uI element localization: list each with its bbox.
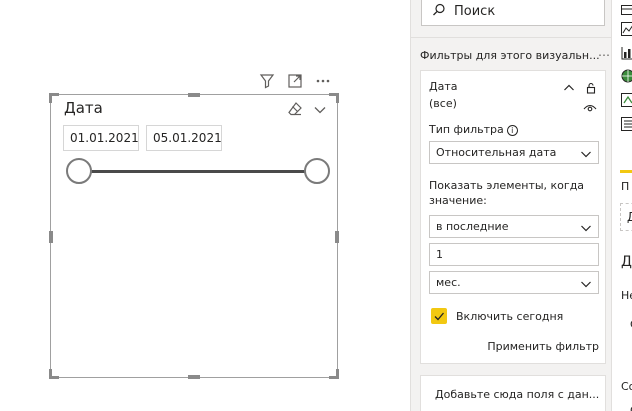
eye-icon[interactable] xyxy=(583,98,597,117)
filter-field-value: (все) xyxy=(429,97,457,110)
add-field-dropzone[interactable]: Добавьте сюда поля с дан... xyxy=(420,375,606,411)
viz-option-label: Не xyxy=(621,289,632,302)
include-today-checkbox[interactable] xyxy=(431,308,447,324)
visual-header xyxy=(258,72,332,90)
pane-divider xyxy=(411,37,611,38)
filter-type-label-text: Тип фильтра xyxy=(429,123,504,136)
resize-handle[interactable] xyxy=(329,369,339,379)
focus-mode-icon[interactable] xyxy=(286,72,304,90)
more-options-icon[interactable] xyxy=(314,72,332,90)
kpi-visual-icon[interactable] xyxy=(621,92,632,107)
eraser-icon[interactable] xyxy=(287,101,303,121)
start-date-input[interactable]: 01.01.2021 xyxy=(63,125,139,151)
include-today-label: Включить сегодня xyxy=(456,309,564,323)
slider-start-handle[interactable] xyxy=(66,158,92,184)
show-items-label: Показать элементы, когда значение: xyxy=(429,179,585,207)
slider-track[interactable] xyxy=(79,170,317,173)
filter-field-name: Дата xyxy=(429,80,458,93)
line-chart-icon[interactable] xyxy=(621,21,632,36)
period-value: в последние xyxy=(436,220,509,233)
unit-value: мес. xyxy=(436,276,461,289)
viz-field-well[interactable]: Д xyxy=(620,203,632,231)
filter-type-value: Относительная дата xyxy=(436,146,557,159)
slider-end-handle[interactable] xyxy=(304,158,330,184)
globe-map-icon[interactable] xyxy=(621,68,632,83)
filter-card-actions xyxy=(563,79,597,98)
lock-icon[interactable] xyxy=(585,79,597,98)
period-dropdown[interactable]: в последние xyxy=(429,215,599,238)
resize-handle[interactable] xyxy=(329,93,339,103)
chevron-down-icon xyxy=(580,148,592,163)
visualizations-pane: П Д Д Не С Со С xyxy=(612,0,632,411)
resize-handle[interactable] xyxy=(335,231,339,243)
resize-handle[interactable] xyxy=(49,93,59,103)
date-slicer-visual[interactable]: Дата 01.01.2021 05.01.2021 xyxy=(49,93,339,379)
viz-pane-label: П xyxy=(621,180,630,193)
report-canvas: Дата 01.01.2021 05.01.2021 xyxy=(0,0,410,411)
count-input[interactable]: 1 xyxy=(429,243,599,266)
active-tab-indicator xyxy=(620,170,632,173)
resize-handle[interactable] xyxy=(49,369,59,379)
search-placeholder: Поиск xyxy=(454,3,496,19)
filter-search-input[interactable]: Поиск xyxy=(421,0,605,26)
chevron-down-icon xyxy=(580,222,592,237)
apply-filter-button[interactable]: Применить фильтр xyxy=(487,340,599,353)
chevron-down-icon[interactable] xyxy=(313,102,327,121)
slicer-tools xyxy=(287,101,327,121)
resize-handle[interactable] xyxy=(49,231,53,243)
section-more-button[interactable]: ⋯ xyxy=(598,48,610,62)
section-title: Фильтры для этого визуальн... xyxy=(420,49,600,62)
bar-chart-icon[interactable] xyxy=(621,45,632,60)
resize-handle[interactable] xyxy=(188,93,200,97)
info-icon[interactable]: i xyxy=(506,125,518,136)
filter-type-label: Тип фильтра i xyxy=(429,122,518,137)
slicer-visual-icon[interactable] xyxy=(621,116,632,131)
end-date-input[interactable]: 05.01.2021 xyxy=(146,125,222,151)
filter-type-dropdown[interactable]: Относительная дата xyxy=(429,141,599,164)
table-visual-icon[interactable] xyxy=(621,0,632,15)
resize-handle[interactable] xyxy=(188,375,200,379)
viz-option-label: Со xyxy=(621,380,632,393)
include-today-row[interactable]: Включить сегодня xyxy=(431,308,563,324)
search-icon xyxy=(432,2,446,21)
chevron-up-icon[interactable] xyxy=(563,79,575,98)
filter-card-date: Дата (все) Тип фильтра i Относительная да… xyxy=(420,70,606,364)
filter-pane: Поиск Фильтры для этого визуальн... ⋯ Да… xyxy=(410,0,612,411)
viz-section-heading: Д xyxy=(621,254,632,270)
chevron-down-icon xyxy=(580,278,592,293)
slicer-title: Дата xyxy=(64,99,103,117)
filter-icon[interactable] xyxy=(258,72,276,90)
unit-dropdown[interactable]: мес. xyxy=(429,271,599,294)
